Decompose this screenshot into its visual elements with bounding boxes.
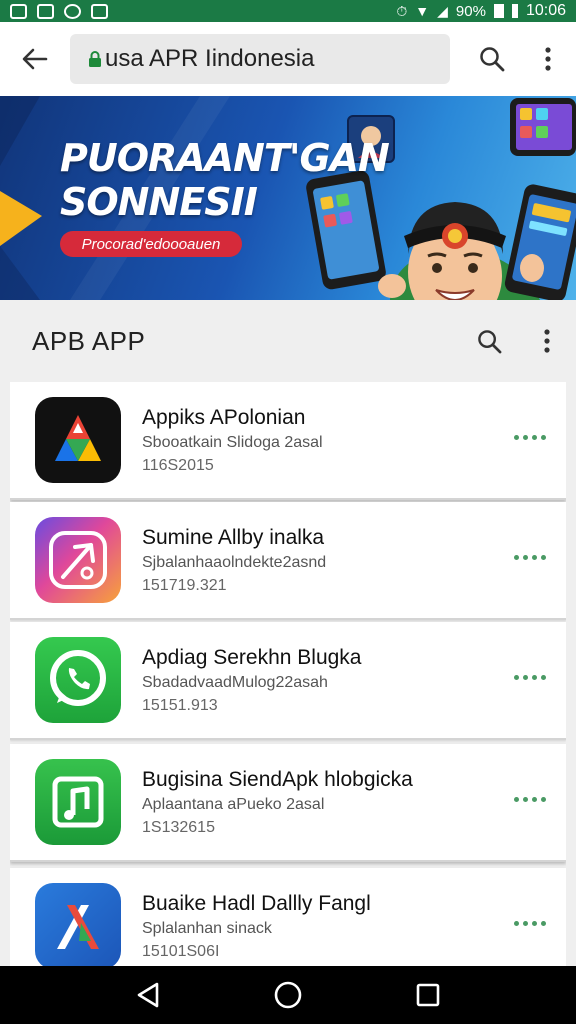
section-header: APB APP (0, 300, 576, 382)
system-nav-bar (0, 966, 576, 1024)
app-more-button[interactable] (512, 424, 548, 450)
signal-icon: ◢ (437, 3, 448, 19)
more-horiz-icon (523, 554, 528, 560)
search-icon (477, 329, 501, 353)
overflow-menu-button[interactable] (520, 22, 576, 96)
section-menu-button[interactable] (518, 300, 576, 382)
more-horiz-icon (514, 796, 519, 802)
banner-title: PUORAANT'GAN SONNESII (60, 136, 390, 224)
browser-toolbar: usa APR Iindonesia (0, 22, 576, 96)
battery-percent: 90% (455, 2, 486, 20)
more-horiz-icon (541, 920, 546, 926)
banner-title-line1: PUORAANT'GAN (60, 136, 390, 180)
home-circle-icon (274, 981, 302, 1009)
more-horiz-icon (541, 796, 546, 802)
more-horiz-icon (523, 796, 528, 802)
battery-icon (493, 4, 504, 18)
url-text: usa APR Iindonesia (105, 45, 315, 72)
app-subtitle: Splalanhan sinack (142, 920, 272, 937)
banner-title-line2: SONNESII (60, 180, 258, 224)
lock-icon (88, 51, 102, 67)
app-size: 116S2015 (142, 457, 214, 474)
app-size: 15151.913 (142, 697, 218, 714)
nav-recents-button[interactable] (398, 966, 458, 1024)
back-triangle-icon (137, 982, 159, 1008)
app-subtitle: Sjbalanhaaolndekte2asnd (142, 554, 327, 571)
more-horiz-icon (523, 920, 528, 926)
app-more-button[interactable] (512, 910, 548, 936)
more-horiz-icon (541, 554, 546, 560)
app-subtitle: Sbooatkain Slidoga 2asal (142, 434, 323, 451)
more-horiz-icon (532, 920, 537, 926)
app-name: Sumine Allby inalka (142, 526, 325, 549)
more-horiz-icon (523, 434, 528, 440)
more-vert-icon (545, 47, 551, 71)
app-name: Appiks APolonian (142, 406, 306, 429)
search-icon (480, 47, 505, 72)
wifi-icon: ▼ (415, 3, 430, 19)
back-arrow-icon (22, 48, 48, 70)
more-horiz-icon (541, 434, 546, 440)
list-item[interactable]: Buaike Hadl Dallly Fangl Splalanhan sina… (10, 868, 566, 966)
more-horiz-icon (514, 674, 519, 680)
nav-back-button[interactable] (118, 966, 178, 1024)
app-list: Appiks APolonian Sbooatkain Slidoga 2asa… (10, 382, 566, 966)
triangle-logo-icon (35, 397, 121, 483)
search-button[interactable] (464, 22, 520, 96)
compass-logo-icon (35, 517, 121, 603)
list-item[interactable]: Sumine Allby inalka Sjbalanhaaolndekte2a… (10, 502, 566, 620)
promo-banner[interactable]: PUORAANT'GAN SONNESII Procorad'edoooauen (0, 96, 576, 300)
app-name: Apdiag Serekhn Blugka (142, 646, 362, 669)
more-horiz-icon (532, 434, 537, 440)
phone-chat-icon (35, 637, 121, 723)
app-more-button[interactable] (512, 786, 548, 812)
list-item[interactable]: Appiks APolonian Sbooatkain Slidoga 2asa… (10, 382, 566, 500)
more-vert-icon (544, 329, 550, 353)
section-search-button[interactable] (460, 300, 518, 382)
nav-home-button[interactable] (258, 966, 318, 1024)
more-horiz-icon (532, 674, 537, 680)
clock: 10:06 (525, 2, 566, 19)
more-horiz-icon (532, 554, 537, 560)
status-bar: ⏱ ▼ ◢ 90% 10:06 (0, 0, 576, 22)
alarm-icon: ⏱ (396, 3, 408, 19)
app-name: Bugisina SiendApk hlobgicka (142, 768, 413, 791)
app-name: Buaike Hadl Dallly Fangl (142, 892, 371, 915)
more-horiz-icon (523, 674, 528, 680)
banner-cta-button[interactable]: Procorad'edoooauen (60, 231, 242, 257)
music-note-icon (35, 759, 121, 845)
x-logo-icon (35, 883, 121, 966)
app-subtitle: SbadadvaadMulog22asah (142, 674, 328, 691)
notification-icon (37, 3, 54, 19)
more-horiz-icon (532, 796, 537, 802)
app-more-button[interactable] (512, 544, 548, 570)
app-more-button[interactable] (512, 664, 548, 690)
more-horiz-icon (514, 920, 519, 926)
list-item[interactable]: Apdiag Serekhn Blugka SbadadvaadMulog22a… (10, 622, 566, 740)
list-item[interactable]: Bugisina SiendApk hlobgicka Aplaantana a… (10, 744, 566, 862)
more-horiz-icon (541, 674, 546, 680)
app-size: 15101S06I (142, 943, 220, 960)
notification-icon (91, 3, 108, 19)
app-subtitle: Aplaantana aPueko 2asal (142, 796, 325, 813)
notification-icon (10, 3, 27, 19)
address-bar[interactable]: usa APR Iindonesia (70, 34, 450, 84)
more-horiz-icon (514, 434, 519, 440)
browser-icon (64, 3, 81, 19)
app-size: 1S132615 (142, 819, 215, 836)
more-horiz-icon (514, 554, 519, 560)
battery-icon (511, 4, 518, 18)
recents-square-icon (416, 983, 440, 1007)
back-button[interactable] (0, 22, 70, 96)
app-size: 151719.321 (142, 577, 227, 594)
section-title: APB APP (32, 325, 146, 356)
